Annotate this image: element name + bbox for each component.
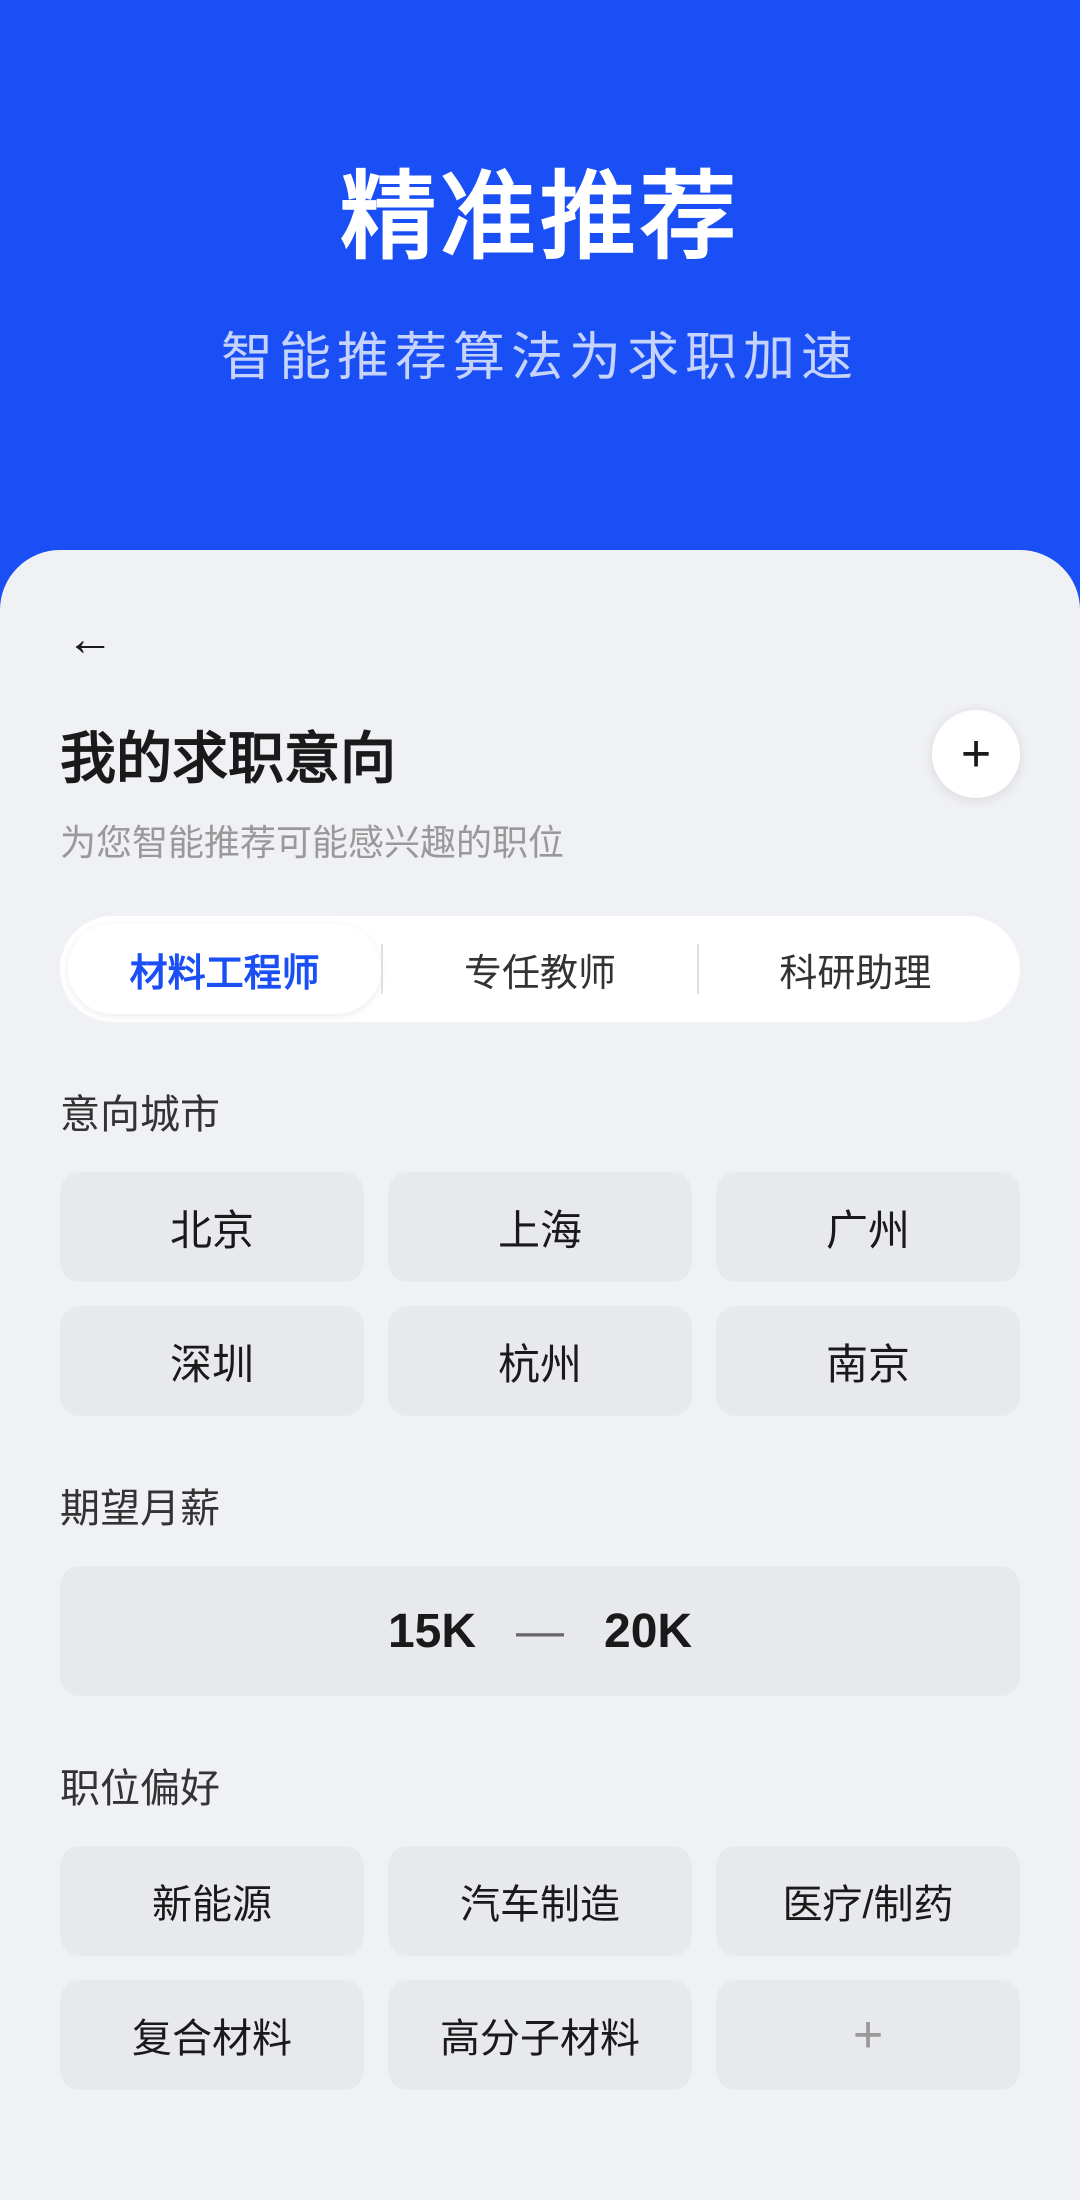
pref-grid-row2: 复合材料 高分子材料 +	[60, 1980, 1020, 2090]
hero-subtitle: 智能推荐算法为求职加速	[221, 315, 859, 390]
pref-chip-new-energy[interactable]: 新能源	[60, 1846, 364, 1956]
pref-chip-polymer[interactable]: 高分子材料	[388, 1980, 692, 2090]
pref-add-button[interactable]: +	[716, 1980, 1020, 2090]
city-chip-shenzhen[interactable]: 深圳	[60, 1306, 364, 1416]
pref-add-icon: +	[853, 2005, 883, 2065]
card-description: 为您智能推荐可能感兴趣的职位	[60, 814, 1020, 866]
card-title: 我的求职意向	[60, 714, 396, 795]
card-header: 我的求职意向 +	[60, 710, 1020, 798]
city-grid: 北京 上海 广州 深圳 杭州 南京	[60, 1172, 1020, 1416]
salary-range-bar[interactable]: 15K — 20K	[60, 1566, 1020, 1696]
tab-teacher[interactable]: 专任教师	[383, 924, 696, 1014]
city-chip-beijing[interactable]: 北京	[60, 1172, 364, 1282]
job-type-tabs: 材料工程师 专任教师 科研助理	[60, 916, 1020, 1022]
add-icon: +	[961, 728, 991, 780]
city-chip-guangzhou[interactable]: 广州	[716, 1172, 1020, 1282]
city-chip-hangzhou[interactable]: 杭州	[388, 1306, 692, 1416]
city-chip-shanghai[interactable]: 上海	[388, 1172, 692, 1282]
pref-chip-medical[interactable]: 医疗/制药	[716, 1846, 1020, 1956]
salary-max: 20K	[604, 1604, 692, 1659]
hero-title: 精准推荐	[340, 160, 740, 275]
salary-min: 15K	[388, 1604, 476, 1659]
salary-section-label: 期望月薪	[60, 1476, 1020, 1534]
add-intention-button[interactable]: +	[932, 710, 1020, 798]
salary-section: 期望月薪 15K — 20K	[60, 1476, 1020, 1696]
card-container: ← 我的求职意向 + 为您智能推荐可能感兴趣的职位 材料工程师 专任教师 科研助…	[0, 550, 1080, 2200]
city-section-label: 意向城市	[60, 1082, 1020, 1140]
hero-section: 精准推荐 智能推荐算法为求职加速	[0, 0, 1080, 470]
salary-dash: —	[516, 1604, 564, 1659]
tab-material-engineer[interactable]: 材料工程师	[68, 924, 381, 1014]
tab-research-assistant[interactable]: 科研助理	[699, 924, 1012, 1014]
pref-chip-composite[interactable]: 复合材料	[60, 1980, 364, 2090]
pref-grid-row1: 新能源 汽车制造 医疗/制药	[60, 1846, 1020, 1956]
back-arrow-icon: ←	[66, 616, 114, 664]
back-button[interactable]: ←	[60, 610, 120, 670]
pref-chip-auto[interactable]: 汽车制造	[388, 1846, 692, 1956]
job-pref-section: 职位偏好 新能源 汽车制造 医疗/制药 复合材料 高分子材料 +	[60, 1756, 1020, 2090]
pref-section-label: 职位偏好	[60, 1756, 1020, 1814]
city-section: 意向城市 北京 上海 广州 深圳 杭州 南京	[60, 1082, 1020, 1416]
city-chip-nanjing[interactable]: 南京	[716, 1306, 1020, 1416]
